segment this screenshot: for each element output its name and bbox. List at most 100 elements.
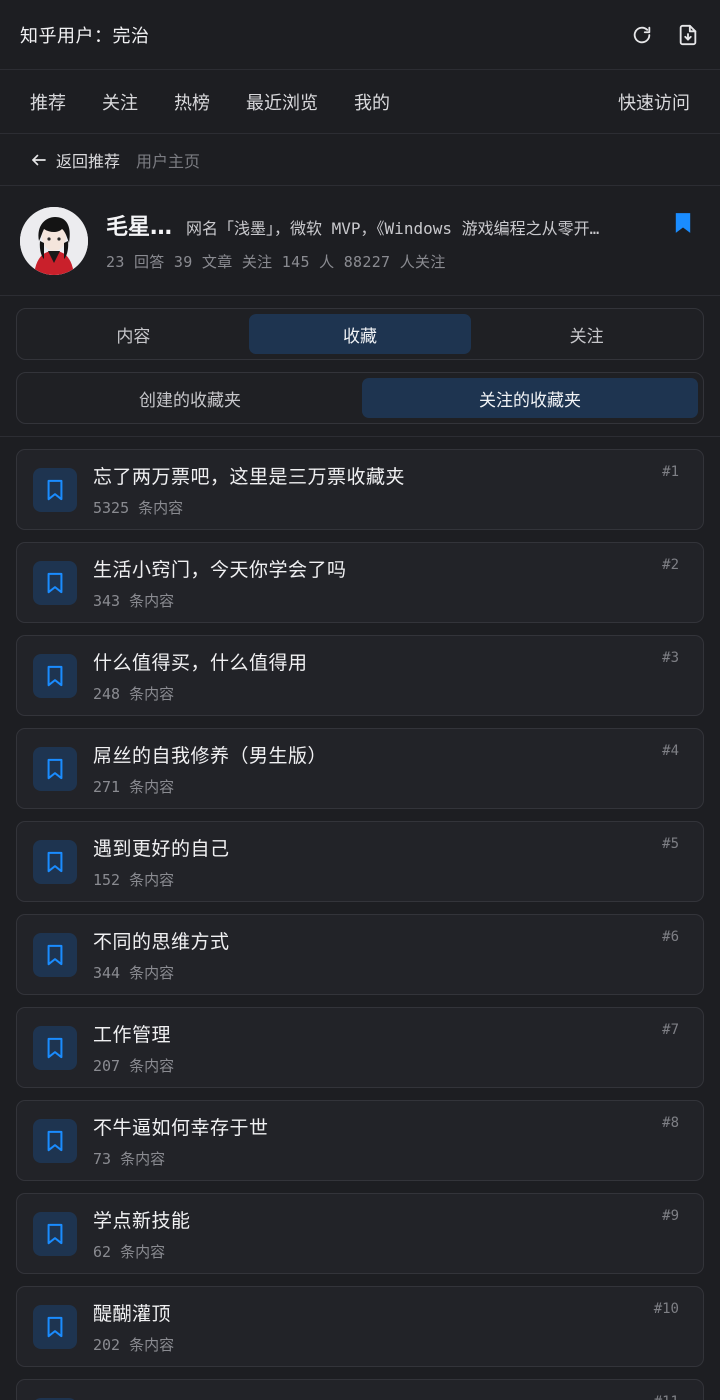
collection-body: 忘了两万票吧，这里是三万票收藏夹 5325 条内容 [93, 462, 405, 518]
breadcrumb: 返回推荐 用户主页 [0, 134, 720, 186]
collection-title: 什么值得买，什么值得用 [93, 651, 308, 674]
collection-rank: #4 [662, 743, 679, 759]
collection-title: 工作管理 [93, 1023, 172, 1046]
collection-body: 工作管理 207 条内容 [93, 1020, 174, 1076]
collection-body: 遇到更好的自己 152 条内容 [93, 834, 230, 890]
nav-item-mine[interactable]: 我的 [354, 89, 390, 115]
collection-count: 152 条内容 [93, 870, 175, 889]
bookmark-icon [33, 932, 77, 977]
collection-count: 202 条内容 [93, 1335, 175, 1354]
profile-info: 毛星… 网名「浅墨」，微软 MVP，《Windows 游戏编程之从零开… 23 … [106, 209, 700, 272]
main-tabs: 内容 收藏 关注 [16, 308, 704, 360]
app-window: 知乎用户：完治 推荐 关注 热榜 最近浏览 我的 快速访问 返回推荐 用户主页 … [0, 0, 720, 1400]
collection-body: 不同的思维方式 344 条内容 [93, 927, 230, 983]
collection-body: 屌丝的自我修养（男生版） 271 条内容 [93, 741, 327, 797]
collection-card[interactable]: 不牛逼如何幸存于世 73 条内容 #8 [16, 1100, 704, 1181]
nav-item-quick-access[interactable]: 快速访问 [618, 93, 690, 114]
collection-card[interactable]: 学点新技能 62 条内容 #9 [16, 1193, 704, 1274]
collection-card[interactable]: 生活小窍门，今天你学会了吗 343 条内容 #2 [16, 542, 704, 623]
bookmark-icon [33, 746, 77, 791]
collection-rank: #2 [662, 557, 679, 573]
collection-rank: #1 [662, 464, 679, 480]
nav-item-hot[interactable]: 热榜 [174, 89, 210, 115]
top-nav: 推荐 关注 热榜 最近浏览 我的 快速访问 [0, 70, 720, 134]
collection-rank: #6 [662, 929, 679, 945]
collection-card[interactable]: 什么值得买，什么值得用 248 条内容 #3 [16, 635, 704, 716]
collection-list: 忘了两万票吧，这里是三万票收藏夹 5325 条内容 #1 生活小窍门，今天你学会了吗 3… [0, 437, 720, 1400]
nav-item-recommend[interactable]: 推荐 [30, 89, 66, 115]
collection-title: 学点新技能 [93, 1209, 191, 1232]
bookmark-icon [33, 653, 77, 698]
subtab-created-collections[interactable]: 创建的收藏夹 [22, 378, 358, 418]
tab-content[interactable]: 内容 [22, 314, 245, 354]
collection-body: 学点新技能 62 条内容 [93, 1206, 191, 1262]
nav-right: 快速访问 [618, 89, 690, 115]
collection-body: 什么值得买，什么值得用 248 条内容 [93, 648, 308, 704]
collection-rank: #7 [662, 1022, 679, 1038]
download-file-icon[interactable] [676, 23, 700, 47]
back-button[interactable]: 返回推荐 [30, 148, 120, 172]
title-actions [630, 23, 700, 47]
tab-favorites[interactable]: 收藏 [248, 314, 472, 354]
collection-count: 62 条内容 [93, 1242, 166, 1261]
back-label: 返回推荐 [56, 151, 121, 171]
collection-body: 醍醐灌顶 202 条内容 [93, 1299, 174, 1355]
collection-count: 271 条内容 [93, 777, 175, 796]
collection-card[interactable]: 工作管理 207 条内容 #7 [16, 1007, 704, 1088]
collection-card[interactable]: 忘了两万票吧，这里是三万票收藏夹 5325 条内容 #1 [16, 449, 704, 530]
bookmark-icon [33, 1211, 77, 1256]
collection-card[interactable]: 遇到更好的自己 152 条内容 #5 [16, 821, 704, 902]
avatar[interactable] [20, 206, 88, 275]
collection-count: 5325 条内容 [93, 498, 184, 517]
nav-item-follow[interactable]: 关注 [102, 89, 138, 115]
tabs-section: 内容 收藏 关注 创建的收藏夹 关注的收藏夹 [0, 296, 720, 424]
collection-title: 遇到更好的自己 [93, 837, 230, 860]
profile-name: 毛星… [106, 215, 173, 240]
collection-body: 不牛逼如何幸存于世 73 条内容 [93, 1113, 269, 1169]
subtab-followed-collections[interactable]: 关注的收藏夹 [362, 378, 698, 418]
arrow-left-icon [32, 154, 46, 165]
bookmark-icon [33, 1118, 77, 1163]
collection-title: 不牛逼如何幸存于世 [93, 1116, 269, 1139]
collection-body: 生活小窍门，今天你学会了吗 343 条内容 [93, 555, 347, 611]
collection-title: 屌丝的自我修养（男生版） [93, 744, 328, 767]
name-row: 毛星… 网名「浅墨」，微软 MVP，《Windows 游戏编程之从零开… [106, 209, 700, 241]
window-title: 知乎用户：完治 [20, 25, 150, 47]
collection-rank: #11 [654, 1394, 679, 1400]
bookmark-icon [33, 1025, 77, 1070]
tab-following[interactable]: 关注 [475, 314, 698, 354]
bookmark-icon [33, 467, 77, 512]
collection-rank: #9 [662, 1208, 679, 1224]
collection-title: 不同的思维方式 [93, 930, 230, 953]
refresh-icon[interactable] [630, 23, 654, 47]
collection-rank: #5 [662, 836, 679, 852]
sub-tabs: 创建的收藏夹 关注的收藏夹 [16, 372, 704, 424]
profile-stats: 23 回答 39 文章 关注 145 人 88227 人关注 [106, 253, 446, 271]
collection-card[interactable]: 醍醐灌顶 202 条内容 #10 [16, 1286, 704, 1367]
collection-count: 207 条内容 [93, 1056, 175, 1075]
breadcrumb-current: 用户主页 [136, 151, 201, 171]
bookmark-icon [33, 560, 77, 605]
nav-left: 推荐 关注 热榜 最近浏览 我的 [30, 89, 390, 115]
collection-title: 忘了两万票吧，这里是三万票收藏夹 [93, 465, 406, 488]
collection-card[interactable]: 屌丝的自我修养（男生版） 271 条内容 #4 [16, 728, 704, 809]
follow-bookmark-button[interactable] [674, 212, 692, 238]
collection-card[interactable]: #11 [16, 1379, 704, 1400]
bookmark-icon [675, 213, 691, 233]
collection-count: 73 条内容 [93, 1149, 166, 1168]
collection-count: 344 条内容 [93, 963, 175, 982]
collection-rank: #8 [662, 1115, 679, 1131]
profile-header: 毛星… 网名「浅墨」，微软 MVP，《Windows 游戏编程之从零开… 23 … [0, 186, 720, 296]
collection-rank: #10 [653, 1301, 679, 1317]
nav-item-recent[interactable]: 最近浏览 [246, 89, 318, 115]
bookmark-icon [33, 1304, 77, 1349]
profile-bio: 网名「浅墨」，微软 MVP，《Windows 游戏编程之从零开… [186, 219, 600, 238]
collection-title: 醍醐灌顶 [93, 1302, 172, 1325]
collection-count: 343 条内容 [93, 591, 175, 610]
collection-title: 生活小窍门，今天你学会了吗 [93, 558, 347, 581]
title-bar: 知乎用户：完治 [0, 0, 720, 70]
bookmark-icon [33, 839, 77, 884]
collection-count: 248 条内容 [93, 684, 175, 703]
collection-rank: #3 [662, 650, 679, 666]
collection-card[interactable]: 不同的思维方式 344 条内容 #6 [16, 914, 704, 995]
